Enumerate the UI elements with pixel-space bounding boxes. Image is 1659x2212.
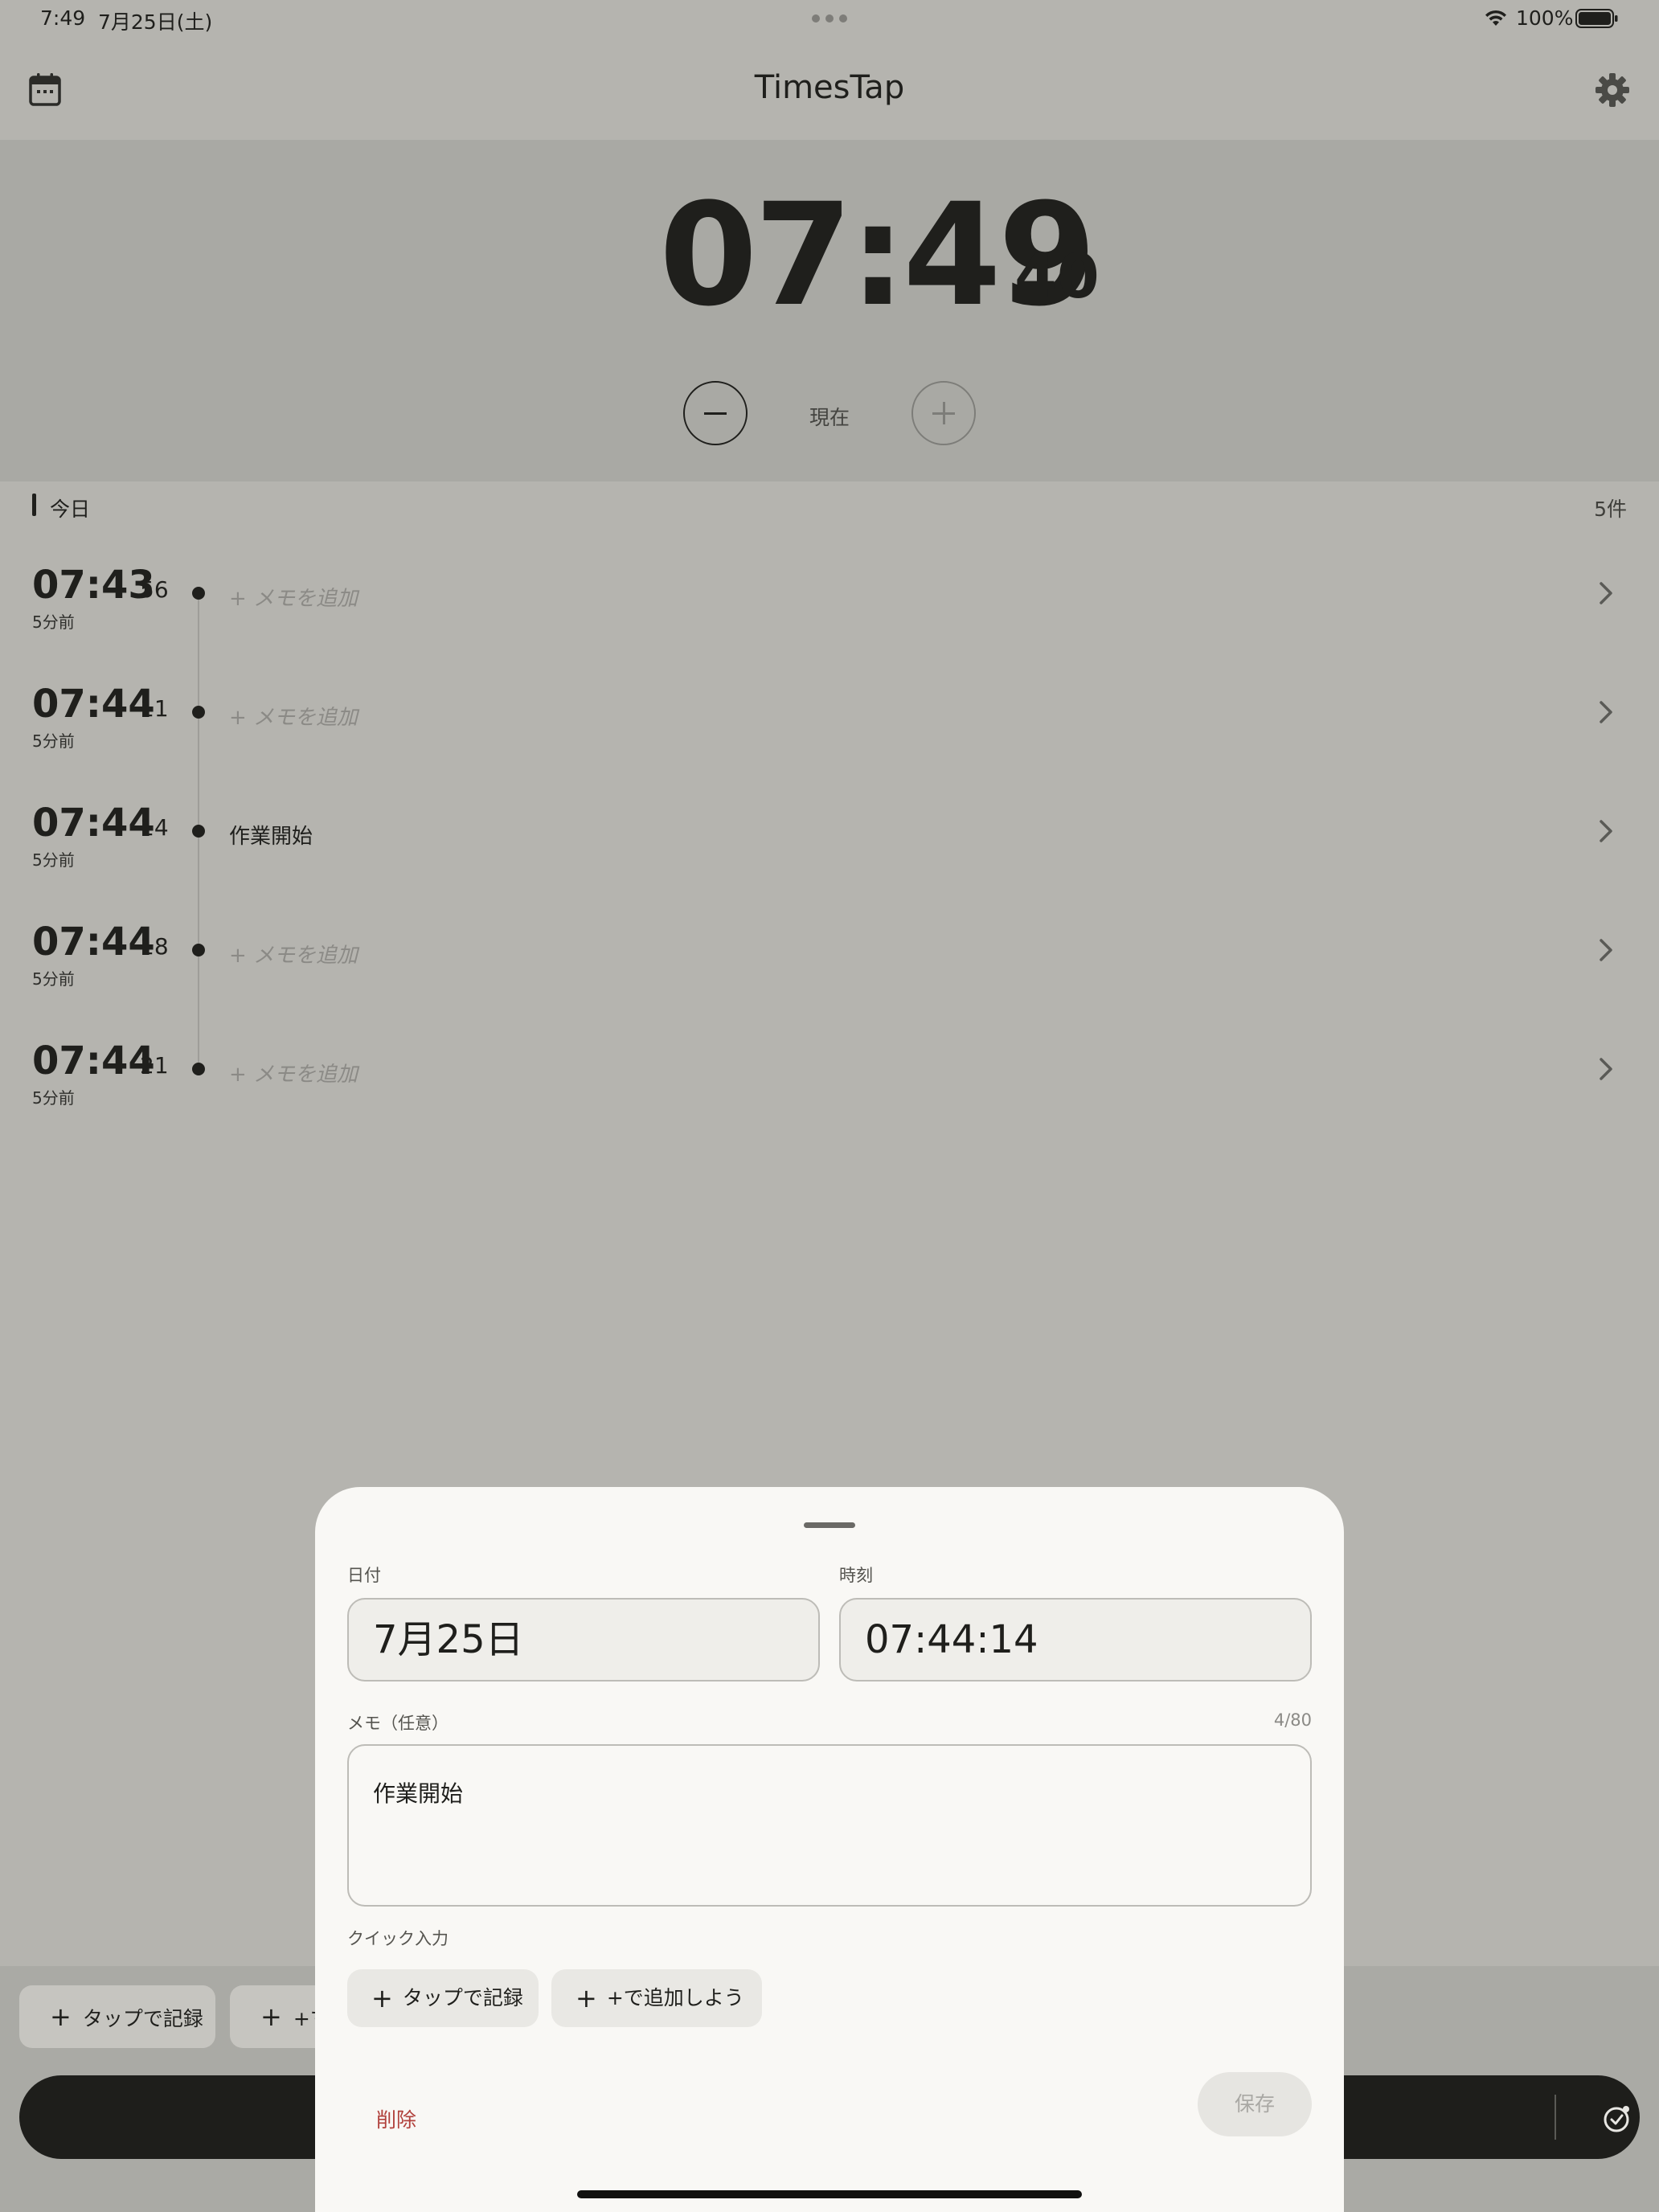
- entry-relative-time: 5分前: [32, 1088, 75, 1108]
- quick-record-chip[interactable]: + タップで記録: [19, 1985, 215, 2048]
- entry-time: 07:44: [32, 920, 155, 965]
- chevron-right-icon: [1600, 939, 1612, 961]
- add-memo-link[interactable]: + メモを追加: [229, 701, 358, 731]
- add-memo-link[interactable]: + メモを追加: [229, 939, 358, 969]
- list-item[interactable]: 07:43 56 5分前 + メモを追加: [0, 558, 1659, 677]
- entry-seconds: 56: [140, 576, 169, 603]
- timeline-dot: [192, 825, 205, 838]
- time-label: 時刻: [839, 1566, 873, 1585]
- multitasking-dots-icon[interactable]: [812, 14, 847, 23]
- entry-relative-time: 5分前: [32, 850, 75, 870]
- date-field[interactable]: 7月25日: [347, 1598, 820, 1682]
- timer-icon[interactable]: [1601, 2103, 1633, 2135]
- timeline-dot: [192, 944, 205, 956]
- entry-seconds: 14: [140, 814, 169, 841]
- quick-chip-add-hint[interactable]: + +で追加しよう: [551, 1969, 762, 2027]
- time-field[interactable]: 07:44:14: [839, 1598, 1312, 1682]
- chevron-right-icon: [1600, 701, 1612, 723]
- status-time: 7:49: [40, 6, 86, 30]
- chevron-right-icon: [1600, 1058, 1612, 1080]
- list-item[interactable]: 07:44 18 5分前 + メモを追加: [0, 915, 1659, 1034]
- entry-time: 07:43: [32, 563, 155, 608]
- minus-button[interactable]: [683, 381, 748, 445]
- quick-record-chip-label: タップで記録: [82, 2007, 203, 2030]
- entry-memo: 作業開始: [229, 825, 313, 849]
- list-item[interactable]: 07:44 11 5分前 + メモを追加: [0, 677, 1659, 796]
- save-button[interactable]: 保存: [1198, 2072, 1312, 2136]
- list-item[interactable]: 07:44 14 5分前 作業開始: [0, 796, 1659, 915]
- timeline-dot: [192, 1063, 205, 1075]
- status-date: 7月25日(土): [98, 10, 213, 34]
- date-label: 日付: [347, 1566, 381, 1585]
- quick-chip-tap-record[interactable]: + タップで記録: [347, 1969, 539, 2027]
- entry-relative-time: 5分前: [32, 612, 75, 632]
- gear-icon[interactable]: [1595, 72, 1630, 108]
- app-header: TimesTap: [0, 39, 1659, 140]
- plus-icon: +: [576, 1983, 597, 2013]
- now-button[interactable]: 現在: [749, 402, 910, 431]
- entry-seconds: 11: [140, 695, 169, 722]
- status-bar: 7:49 7月25日(土) 100%: [0, 0, 1659, 39]
- edit-entry-sheet: 日付 7月25日 時刻 07:44:14 メモ（任意） 4/80 作業開始 クイ…: [315, 1487, 1344, 2212]
- wifi-icon: [1485, 10, 1506, 26]
- list-item[interactable]: 07:44 21 5分前 + メモを追加: [0, 1034, 1659, 1153]
- quick-input-label: クイック入力: [347, 1929, 449, 1948]
- quick-chip-label: +で追加しよう: [606, 1986, 744, 2009]
- entry-time: 07:44: [32, 801, 155, 846]
- chevron-right-icon: [1600, 582, 1612, 604]
- add-memo-link[interactable]: + メモを追加: [229, 582, 358, 612]
- add-memo-link[interactable]: + メモを追加: [229, 1058, 358, 1088]
- entry-time: 07:44: [32, 1038, 155, 1083]
- quick-chip-label: タップで記録: [402, 1986, 523, 2009]
- section-title: 今日: [50, 498, 91, 521]
- entry-seconds: 18: [140, 933, 169, 960]
- plus-icon: +: [260, 2001, 282, 2032]
- memo-char-count: 4/80: [1273, 1710, 1312, 1730]
- plus-icon: +: [371, 1983, 393, 2013]
- timeline-dot: [192, 706, 205, 719]
- entry-relative-time: 5分前: [32, 969, 75, 989]
- delete-button[interactable]: 削除: [376, 2104, 416, 2133]
- sheet-drag-handle[interactable]: [804, 1522, 855, 1528]
- memo-textarea[interactable]: 作業開始: [347, 1744, 1312, 1907]
- entry-seconds: 21: [140, 1052, 169, 1079]
- entry-count: 5件: [1594, 498, 1627, 521]
- chevron-right-icon: [1600, 820, 1612, 842]
- app-title: TimesTap: [754, 69, 905, 106]
- section-accent-bar: [32, 494, 36, 516]
- entry-relative-time: 5分前: [32, 731, 75, 751]
- home-indicator[interactable]: [577, 2190, 1082, 2198]
- clock-panel: 07:49 40 現在: [0, 140, 1659, 481]
- timeline-dot: [192, 587, 205, 600]
- memo-label: メモ（任意）: [347, 1714, 449, 1733]
- battery-percent: 100%: [1516, 6, 1574, 30]
- battery-icon: [1575, 9, 1618, 28]
- plus-icon: +: [50, 2001, 72, 2032]
- plus-button[interactable]: [911, 381, 976, 445]
- entry-time: 07:44: [32, 682, 155, 727]
- clock-seconds: 40: [1014, 240, 1100, 312]
- divider: [1555, 2095, 1556, 2140]
